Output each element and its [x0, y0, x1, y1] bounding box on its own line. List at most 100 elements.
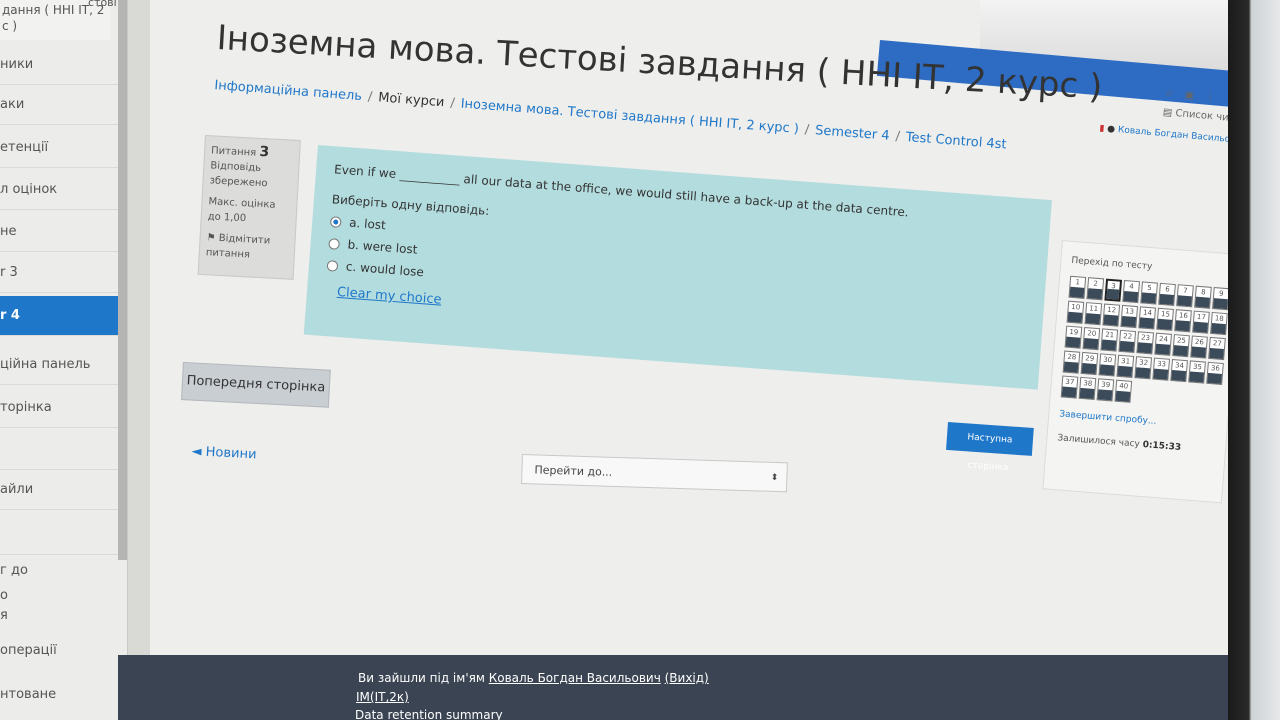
quiz-nav-question-button[interactable]: 1 — [1068, 275, 1087, 299]
quiz-nav-question-button[interactable]: 10 — [1066, 300, 1085, 324]
quiz-nav-question-button[interactable]: 27 — [1208, 336, 1226, 361]
radio-button[interactable] — [328, 237, 341, 250]
login-info: Ви зайшли під ім'ям Коваль Богдан Василь… — [358, 671, 709, 685]
quiz-nav-question-button[interactable]: 16 — [1174, 309, 1192, 333]
answered-indicator — [1207, 372, 1222, 384]
quiz-nav-question-button[interactable]: 15 — [1156, 307, 1174, 331]
quiz-nav-question-button[interactable]: 28 — [1062, 350, 1081, 374]
quiz-nav-question-button[interactable]: 18 — [1210, 311, 1228, 336]
sidebar-item[interactable] — [0, 430, 118, 470]
quiz-nav-question-button[interactable]: 26 — [1190, 335, 1208, 359]
sidebar-item[interactable]: ники — [0, 45, 118, 85]
quiz-nav-question-button[interactable]: 29 — [1080, 351, 1099, 376]
quiz-nav-question-button[interactable]: 12 — [1102, 303, 1121, 327]
time-left: Залишилося часу 0:15:33 — [1057, 433, 1215, 455]
quiz-nav-question-button[interactable]: 13 — [1120, 304, 1139, 329]
sidebar-item[interactable]: операції — [0, 640, 118, 662]
sidebar-item[interactable]: не — [0, 212, 118, 252]
quiz-nav-question-button[interactable]: 31 — [1116, 354, 1135, 378]
quiz-nav-question-button[interactable]: 25 — [1172, 334, 1190, 358]
sidebar-item-label: аки — [0, 97, 25, 112]
answered-indicator — [1155, 343, 1171, 355]
quiz-nav-question-button[interactable]: 2 — [1086, 277, 1105, 301]
quiz-nav-question-button[interactable]: 5 — [1140, 281, 1158, 305]
messages-icon[interactable]: ● — [1107, 124, 1116, 135]
sidebar-item[interactable]: аки — [0, 85, 118, 125]
answered-indicator — [1063, 361, 1079, 373]
breadcrumb-separator: / — [804, 122, 810, 138]
logout-link[interactable]: (Вихід) — [665, 671, 709, 685]
sidebar-item[interactable]: я — [0, 605, 118, 627]
quiz-nav-question-button[interactable]: 22 — [1118, 329, 1137, 354]
quiz-nav-question-button[interactable]: 4 — [1122, 279, 1141, 304]
answered-indicator — [1177, 295, 1192, 307]
quiz-navigation-grid: 1 2 3 4 5 6 7 8 9 10 11 12 13 14 15 16 17 18 19 20 21 22 23 24 2… — [1060, 275, 1230, 410]
quiz-nav-question-button[interactable]: 36 — [1206, 361, 1224, 386]
group-link[interactable]: ІМ(ІТ,2к) — [356, 690, 409, 704]
quiz-nav-question-button[interactable]: 6 — [1158, 282, 1176, 307]
footer-user-link[interactable]: Коваль Богдан Васильович — [489, 671, 661, 685]
data-retention-link[interactable]: Data retention summary — [355, 708, 503, 720]
quiz-nav-question-button[interactable]: 7 — [1176, 284, 1194, 308]
quiz-nav-question-button[interactable]: 17 — [1192, 310, 1210, 334]
quiz-nav-question-button[interactable]: 37 — [1060, 375, 1079, 399]
quiz-nav-question-button[interactable]: 14 — [1138, 306, 1156, 330]
answered-indicator — [1085, 313, 1101, 325]
previous-page-button[interactable]: Попередня сторінка — [181, 362, 331, 408]
answered-indicator — [1103, 314, 1119, 326]
sidebar-item-label: операції — [0, 643, 57, 658]
answer-option-label: b. were lost — [347, 237, 418, 257]
sidebar-item-label: r 4 — [0, 308, 20, 323]
finish-attempt-link[interactable]: Завершити спробу... — [1059, 409, 1217, 431]
answered-indicator — [1061, 386, 1077, 398]
menu-dots-icon[interactable]: ⋮ — [1205, 92, 1216, 104]
sidebar-item[interactable]: айли — [0, 470, 118, 510]
answered-indicator — [1115, 390, 1131, 402]
quiz-nav-question-button[interactable]: 40 — [1114, 379, 1133, 403]
sidebar-item[interactable] — [0, 515, 118, 555]
sidebar-item[interactable]: о — [0, 585, 118, 607]
quiz-nav-question-button[interactable]: 8 — [1194, 285, 1212, 309]
quiz-nav-question-button[interactable]: 39 — [1096, 378, 1115, 402]
star-icon[interactable]: ☆ — [1164, 88, 1174, 100]
quiz-nav-question-button[interactable]: 35 — [1188, 360, 1206, 384]
sidebar-scrollbar[interactable] — [118, 0, 127, 560]
quiz-nav-question-button[interactable]: 32 — [1134, 356, 1153, 380]
answered-indicator — [1141, 292, 1157, 304]
quiz-nav-question-button[interactable]: 11 — [1084, 302, 1103, 326]
quiz-nav-question-button[interactable]: 34 — [1170, 358, 1188, 383]
quiz-nav-question-button[interactable]: 24 — [1154, 332, 1172, 356]
sidebar-item[interactable]: r 4 — [0, 296, 118, 336]
sidebar-item[interactable]: ційна панель — [0, 345, 118, 385]
quiz-nav-question-button[interactable]: 23 — [1136, 331, 1155, 355]
sidebar-item[interactable]: r 3 — [0, 253, 118, 293]
sidebar-item-label: айли — [0, 482, 34, 497]
answered-indicator — [1157, 318, 1173, 330]
sidebar-item[interactable]: нтоване — [0, 684, 118, 706]
answered-indicator — [1191, 346, 1206, 358]
sidebar-item[interactable]: г до — [0, 560, 118, 582]
reading-list-icon: ▤ — [1162, 106, 1173, 119]
sidebar-item[interactable]: торінка — [0, 388, 118, 428]
answered-indicator — [1083, 338, 1099, 350]
sidebar-item[interactable]: етенції — [0, 128, 118, 168]
notification-icon[interactable]: ▮ — [1099, 123, 1105, 133]
answered-indicator — [1195, 296, 1210, 308]
next-page-button[interactable]: Наступна сторінка — [946, 422, 1034, 473]
quiz-nav-question-button[interactable]: 30 — [1098, 353, 1117, 377]
quiz-nav-question-button[interactable]: 3 — [1104, 278, 1123, 302]
quiz-nav-question-button[interactable]: 33 — [1152, 357, 1171, 381]
quiz-nav-question-button[interactable]: 38 — [1078, 376, 1097, 401]
login-info-prefix: Ви зайшли під ім'ям — [358, 671, 485, 685]
extension-icon[interactable]: ▣ — [1184, 90, 1194, 102]
answered-indicator — [1099, 364, 1115, 376]
quiz-nav-question-button[interactable]: 19 — [1064, 325, 1083, 349]
sidebar-item[interactable]: л оцінок — [0, 170, 118, 210]
question-number: 3 — [259, 143, 270, 161]
quiz-nav-question-button[interactable]: 20 — [1082, 327, 1101, 351]
answered-indicator — [1213, 298, 1228, 310]
quiz-nav-question-button[interactable]: 21 — [1100, 328, 1119, 352]
radio-button[interactable] — [329, 215, 342, 228]
radio-button[interactable] — [326, 259, 339, 272]
flag-question-link[interactable]: ⚑ Відмітити питання — [205, 230, 288, 264]
